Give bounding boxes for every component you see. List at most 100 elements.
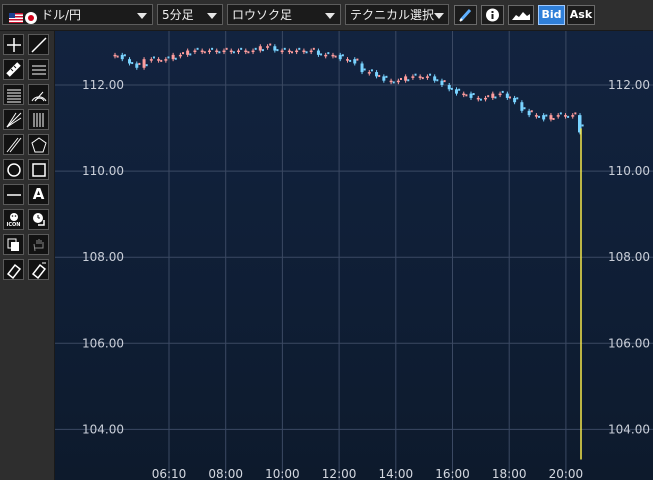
candle	[552, 118, 555, 121]
candle	[574, 112, 577, 115]
candle	[491, 93, 495, 98]
cycle-lines-tool[interactable]	[28, 109, 49, 130]
candle	[149, 59, 153, 61]
horizontal-line-tool[interactable]	[3, 184, 24, 205]
candle	[320, 53, 323, 56]
eraser-all-tool[interactable]	[28, 259, 49, 280]
icon-tool[interactable]: ICON	[3, 209, 24, 230]
candle	[273, 46, 277, 51]
candle	[211, 47, 214, 50]
candle	[113, 54, 117, 57]
ruler-tool[interactable]	[3, 59, 24, 80]
crosshair-tool[interactable]	[3, 34, 24, 55]
candle	[327, 52, 330, 55]
x-tick-label: 20:00	[549, 467, 584, 480]
currency-pair-dropdown[interactable]: ドル/円	[2, 4, 153, 25]
copy-icon	[7, 238, 19, 251]
candle	[396, 80, 400, 83]
candle	[392, 81, 395, 84]
candle	[382, 76, 386, 81]
bid-button[interactable]: Bid	[538, 5, 565, 25]
copy-tool[interactable]	[3, 234, 24, 255]
x-tick-label: 18:00	[492, 467, 527, 480]
candle	[222, 50, 226, 53]
candle	[479, 98, 482, 101]
candle	[305, 51, 308, 54]
candle	[370, 69, 373, 72]
x-tick-label: 16:00	[435, 467, 470, 480]
candle	[411, 76, 415, 78]
candle	[404, 76, 408, 81]
candle	[425, 76, 429, 78]
timeframe-dropdown[interactable]: 5分足	[157, 4, 223, 25]
candle	[516, 97, 519, 100]
hand-tool[interactable]	[28, 234, 49, 255]
us-flag-icon	[9, 13, 23, 23]
ask-button[interactable]: Ask	[567, 5, 595, 25]
candlestick-chart[interactable]: 112.00 112.00 110.00 110.00 108.00 108.00 106.…	[55, 31, 653, 480]
candle	[563, 115, 567, 117]
candle	[287, 50, 291, 53]
rectangle-tool[interactable]	[28, 159, 49, 180]
chart-type-dropdown[interactable]: ロウソク足	[227, 4, 341, 25]
y-tick-label-right: 112.00	[608, 78, 650, 92]
hand-icon	[33, 239, 44, 252]
candle	[218, 51, 221, 54]
eraser-tool[interactable]	[3, 259, 24, 280]
circle-icon	[7, 163, 21, 177]
candle	[309, 50, 313, 53]
candle	[200, 50, 204, 53]
grid	[55, 31, 653, 480]
technical-select-dropdown[interactable]: テクニカル選択	[345, 4, 449, 25]
fibonacci-icon	[7, 89, 21, 103]
candle	[385, 75, 388, 78]
candle	[559, 112, 562, 115]
horizontal-line-icon	[7, 194, 21, 196]
text-tool[interactable]: A	[28, 184, 49, 205]
candle	[207, 50, 211, 53]
candle	[164, 59, 168, 61]
text-tool-icon: A	[32, 185, 45, 203]
candle	[135, 63, 139, 68]
candle	[261, 49, 264, 52]
pitchfork-tool[interactable]	[3, 134, 24, 155]
candle	[567, 115, 570, 118]
candle	[418, 76, 422, 78]
area-chart-button[interactable]	[508, 5, 534, 25]
horizontal-lines-tool[interactable]	[28, 59, 49, 80]
pentagon-tool[interactable]	[28, 134, 49, 155]
candle	[276, 49, 279, 52]
candle	[280, 50, 284, 53]
circle-tool[interactable]	[3, 159, 24, 180]
candle	[258, 46, 262, 51]
trendline-tool[interactable]	[28, 34, 49, 55]
price-chart[interactable]: 112.00 112.00 110.00 110.00 108.00 108.00 106.…	[55, 31, 653, 480]
candle	[356, 58, 359, 61]
candle	[375, 72, 379, 77]
info-button[interactable]	[481, 5, 504, 25]
drawing-tools-sidebar: A ICON	[0, 31, 55, 480]
candle	[338, 54, 342, 60]
x-tick-label: 14:00	[379, 467, 414, 480]
candle	[152, 56, 155, 59]
candle	[447, 85, 451, 90]
candle	[178, 54, 182, 57]
candle	[232, 51, 235, 54]
chevron-down-icon	[207, 13, 217, 19]
pen-button[interactable]	[454, 5, 477, 25]
crosshair-icon	[7, 38, 21, 52]
fibonacci-tool[interactable]	[3, 84, 24, 105]
candle	[476, 97, 480, 100]
candle	[520, 102, 524, 111]
candle	[251, 50, 255, 53]
clock-tool[interactable]	[28, 209, 49, 230]
candle	[240, 47, 243, 50]
arc-icon	[31, 91, 47, 102]
candle	[407, 79, 410, 82]
fib-arc-tool[interactable]	[28, 84, 49, 105]
eraser-all-icon	[31, 262, 47, 280]
candle	[450, 87, 453, 90]
fan-tool[interactable]	[3, 109, 24, 130]
y-tick-label-left: 112.00	[82, 78, 124, 92]
candle	[530, 110, 533, 113]
